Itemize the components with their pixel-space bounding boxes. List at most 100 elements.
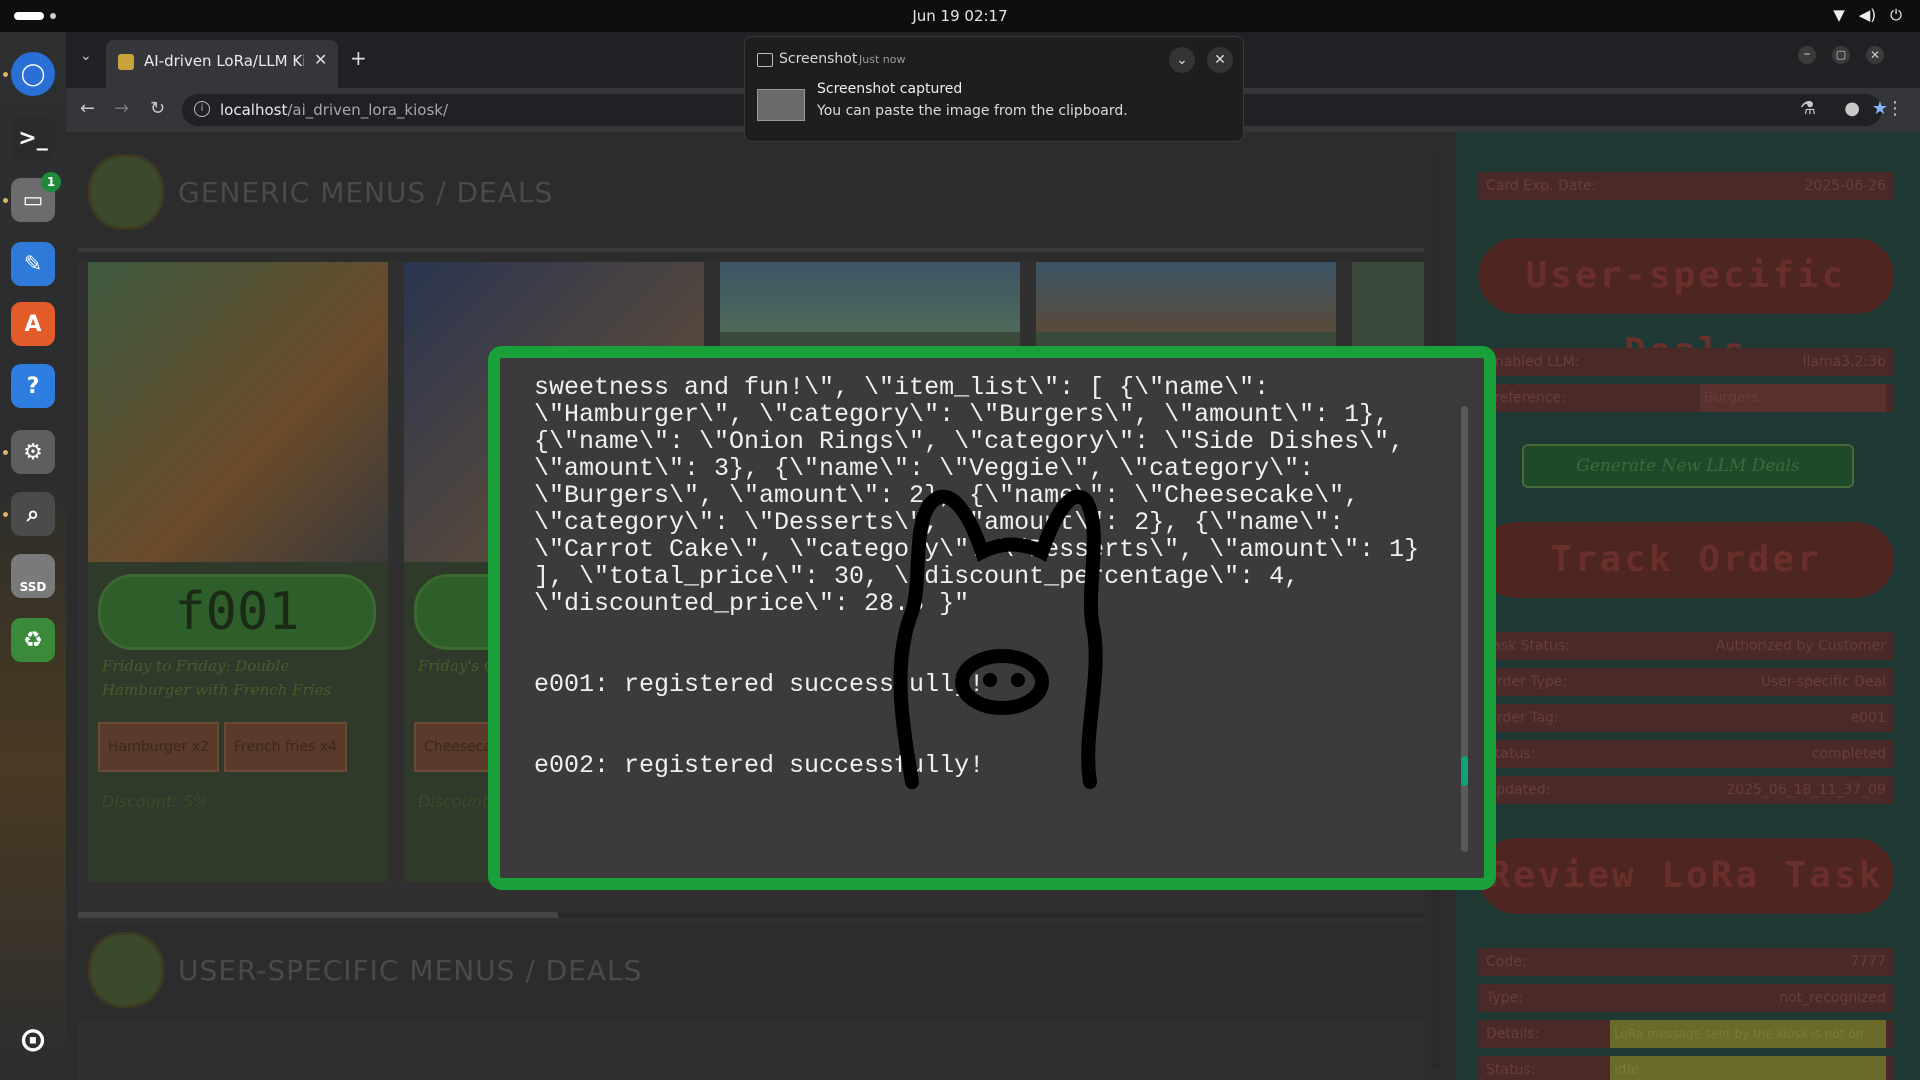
favicon-icon	[118, 54, 134, 70]
carousel-scrollbar[interactable]	[78, 912, 1424, 918]
kiosk-logo	[88, 932, 164, 1008]
screenshot-thumbnail	[757, 89, 805, 121]
menu-kebab-icon[interactable]: ⋮	[1886, 98, 1904, 119]
tab-ai-kiosk[interactable]: AI-driven LoRa/LLM Kios ✕	[106, 40, 338, 88]
kiosk-logo	[88, 154, 164, 230]
deal-image	[720, 262, 1020, 332]
row-label: Card Exp. Date:	[1486, 178, 1597, 194]
log-scroll-thumb[interactable]	[1461, 756, 1468, 786]
deal-card[interactable]: f001 Friday to Friday: Double Hamburger …	[88, 262, 388, 882]
row-label: Task Status:	[1486, 638, 1570, 654]
row-label: Preference:	[1486, 390, 1566, 406]
power-icon[interactable]: ⏻	[1890, 6, 1902, 24]
user-section-header: USER-SPECIFIC MENUS / DEALS	[88, 932, 643, 1008]
lora-row: Type: not_recognized	[1478, 984, 1894, 1012]
row-label: Order Type:	[1486, 674, 1568, 690]
deal-item-chip: French fries x4	[224, 722, 348, 772]
dock-trash-icon[interactable]: ♻	[11, 618, 55, 662]
row-label: Details:	[1486, 1026, 1540, 1042]
running-indicator	[3, 512, 8, 517]
minimize-icon[interactable]: –	[1798, 46, 1816, 64]
order-row: Task Status: Authorized by Customer	[1478, 632, 1894, 660]
row-value: LoRa message sent by the kiosk is not on	[1610, 1020, 1886, 1048]
url-text: localhost/ai_driven_lora_kiosk/	[220, 101, 448, 119]
dock-text-editor-icon[interactable]: ✎	[11, 242, 55, 286]
deal-tag[interactable]: f001	[98, 574, 376, 650]
row-value: idle	[1610, 1056, 1886, 1080]
dock-app-center-icon[interactable]: A	[11, 302, 55, 346]
row-value: 2025-06-26	[1804, 178, 1886, 194]
notification-app: Screenshot	[779, 51, 858, 67]
volume-icon[interactable]: ◀)	[1859, 6, 1876, 24]
site-info-icon[interactable]: i	[194, 101, 210, 117]
carousel-scroll-thumb[interactable]	[78, 912, 558, 918]
system-top-bar: Jun 19 02:17 ▼ ◀) ⏻	[0, 0, 1920, 32]
deal-image	[88, 262, 388, 562]
review-lora-heading: Review LoRa Task	[1478, 838, 1894, 914]
card-exp-row: Card Exp. Date: 2025-06-26	[1478, 172, 1894, 200]
dock-badge: 1	[41, 172, 61, 192]
order-row: Updated: 2025_06_18_11_37_09	[1478, 776, 1894, 804]
row-label: Code:	[1486, 954, 1527, 970]
dock-disk-icon[interactable]: SSD	[11, 554, 55, 598]
new-tab-button[interactable]: +	[350, 46, 367, 70]
reload-icon[interactable]: ↻	[150, 98, 165, 119]
dock-chrome-icon[interactable]: ◯	[11, 52, 55, 96]
preference-select[interactable]: Burgers	[1700, 384, 1886, 412]
row-value: e001	[1850, 710, 1886, 726]
show-apps-icon[interactable]: ⊙	[11, 1018, 55, 1062]
url-path: /ai_driven_lora_kiosk/	[287, 101, 449, 119]
row-value: Authorized by Customer	[1716, 638, 1886, 654]
user-panel: Card Exp. Date: 2025-06-26 User-specific …	[1456, 132, 1920, 1080]
row-label: Enabled LLM:	[1486, 354, 1580, 370]
mascot-nostril	[1011, 673, 1025, 687]
tab-close-icon[interactable]: ✕	[314, 50, 327, 69]
track-order-heading: Track Order	[1478, 522, 1894, 598]
registration-log-modal[interactable]: sweetness and fun!\", \"item_list\": [ {…	[488, 346, 1496, 890]
order-row: Order Tag: e001	[1478, 704, 1894, 732]
llm-row: Enabled LLM: llama3.2:3b	[1478, 348, 1894, 376]
user-deals-carousel[interactable]	[78, 1022, 1424, 1080]
mascot-nostril	[983, 673, 997, 687]
running-indicator	[3, 198, 8, 203]
labs-flask-icon[interactable]: ⚗	[1800, 98, 1816, 119]
window-close-icon[interactable]: ✕	[1866, 46, 1884, 64]
row-label: Status:	[1486, 1062, 1536, 1078]
row-label: Type:	[1486, 990, 1523, 1006]
row-value: llama3.2:3b	[1802, 354, 1886, 370]
row-value: User-specific Deal	[1760, 674, 1886, 690]
forward-icon[interactable]: →	[114, 98, 129, 119]
clock[interactable]: Jun 19 02:17	[0, 0, 1920, 32]
notification-body: You can paste the image from the clipboa…	[817, 103, 1128, 119]
notification-close-icon[interactable]: ✕	[1207, 47, 1233, 73]
divider	[78, 248, 1424, 252]
deal-discount: Discount:	[418, 792, 494, 811]
dock-files-icon[interactable]: ▭ 1	[11, 172, 61, 222]
dock-settings-icon[interactable]: ⚙	[11, 430, 55, 474]
dock-search-icon[interactable]: ⌕	[11, 492, 55, 536]
dock-help-icon[interactable]: ?	[11, 364, 55, 408]
user-heading: USER-SPECIFIC MENUS / DEALS	[178, 953, 643, 987]
row-value: completed	[1811, 746, 1886, 762]
wifi-icon[interactable]: ▼	[1833, 6, 1845, 24]
tab-list-chevron-icon[interactable]: ⌄	[80, 48, 92, 64]
back-icon[interactable]: ←	[80, 98, 95, 119]
generic-heading: GENERIC MENUS / DEALS	[178, 175, 554, 209]
maximize-icon[interactable]: ▢	[1832, 46, 1850, 64]
generate-llm-deals-button[interactable]: Generate New LLM Deals	[1522, 444, 1854, 488]
expand-chevron-icon[interactable]: ⌄	[1169, 47, 1195, 73]
mascot-drawing	[893, 489, 1103, 789]
lora-row: Status: idle	[1478, 1056, 1894, 1080]
system-tray[interactable]: ▼ ◀) ⏻	[1833, 6, 1902, 24]
mascot-snout	[955, 649, 1049, 715]
notification-time: Just now	[859, 53, 906, 66]
deal-item-chip: Hamburger x2	[98, 722, 219, 772]
screenshot-notification[interactable]: Screenshot Just now ⌄ ✕ Screenshot captu…	[744, 36, 1244, 142]
running-indicator	[3, 450, 8, 455]
user-deals-heading: User-specific Deals	[1478, 238, 1894, 372]
dock-terminal-icon[interactable]: >_	[11, 116, 55, 160]
generic-section-header: GENERIC MENUS / DEALS	[88, 154, 554, 230]
mascot-outline	[893, 489, 1103, 789]
row-value: 2025_06_18_11_37_09	[1726, 782, 1886, 798]
profile-icon[interactable]: ●	[1844, 98, 1860, 119]
